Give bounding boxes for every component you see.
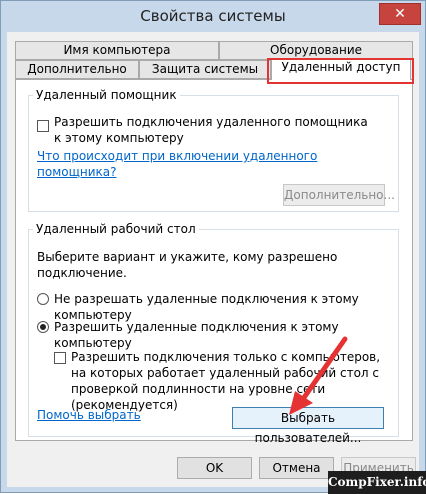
watermark-logo: CompFixer.info <box>328 471 426 494</box>
annotation-arrow-icon <box>289 336 348 415</box>
system-properties-window: Свойства системы ✕ Имя компьютера Оборуд… <box>0 0 426 494</box>
